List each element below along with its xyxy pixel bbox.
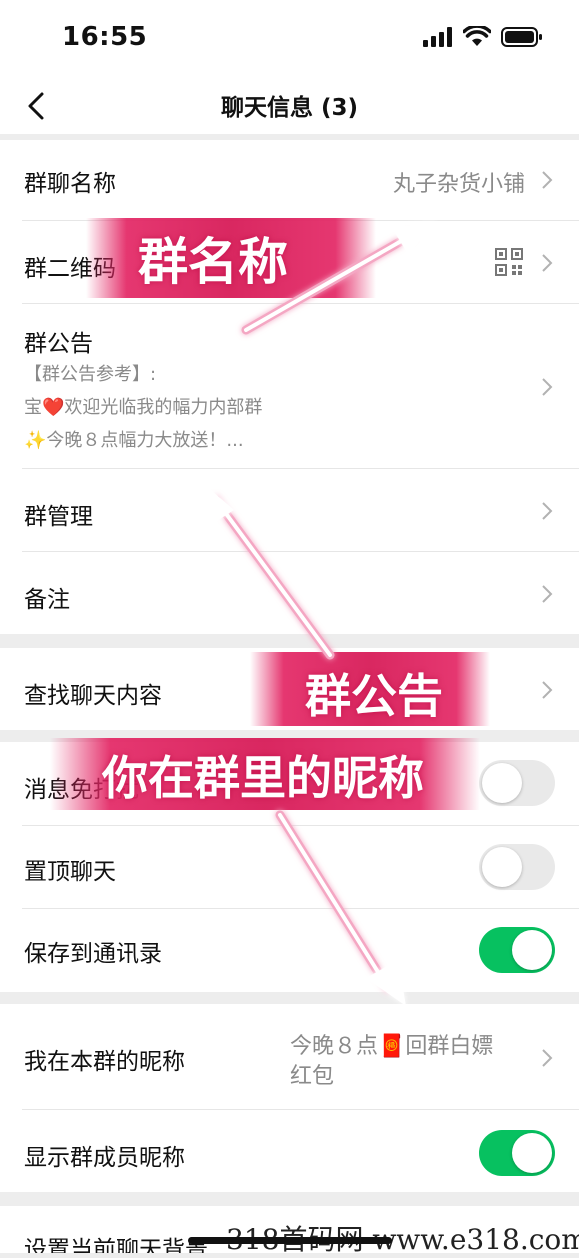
- wifi-icon: [463, 26, 491, 46]
- group-notice-label: 群公告: [24, 331, 93, 357]
- chevron-right-icon: [542, 378, 553, 396]
- row-group-notice[interactable]: 群公告 【群公告参考】: 宝❤️欢迎光临我的幅力内部群 ✨今晚８点幅力大放送！.…: [0, 304, 579, 468]
- chevron-right-icon: [542, 254, 553, 272]
- save-contacts-toggle[interactable]: [479, 927, 555, 973]
- group-name-annotation: 群名称: [138, 233, 288, 291]
- nav-bar: 聊天信息 (3): [0, 78, 579, 134]
- status-icons: [423, 26, 543, 48]
- my-nickname-value-line-1: 今晚８点🧧回群白嫖: [290, 1034, 494, 1059]
- row-save-contacts: 保存到通讯录: [0, 909, 579, 992]
- row-pin-chat: 置顶聊天: [0, 826, 579, 908]
- status-bar: 16:55: [0, 0, 579, 78]
- home-indicator: [188, 1237, 392, 1244]
- group-name-label: 群聊名称: [24, 171, 116, 197]
- row-show-nicknames: 显示群成员昵称: [0, 1110, 579, 1192]
- show-nicknames-label: 显示群成员昵称: [24, 1145, 185, 1171]
- chevron-right-icon: [542, 1049, 553, 1067]
- group-manage-label: 群管理: [24, 504, 93, 530]
- chevron-right-icon: [542, 681, 553, 699]
- nickname-annotation: 你在群里的昵称: [102, 751, 424, 805]
- notice-annotation: 群公告: [305, 669, 443, 723]
- my-nickname-value-line-2: 红包: [290, 1064, 335, 1089]
- settings-group-nickname: 我在本群的昵称 今晚８点🧧回群白嫖 红包 显示群成员昵称: [0, 1004, 579, 1192]
- chevron-right-icon: [542, 585, 553, 603]
- chevron-right-icon: [542, 171, 553, 189]
- settings-group-info: 群聊名称 丸子杂货小铺 群二维码 群公告 【群公告参考】: 宝❤️欢迎光临我的幅…: [0, 140, 579, 634]
- save-contacts-label: 保存到通讯录: [24, 941, 162, 967]
- row-group-manage[interactable]: 群管理: [0, 469, 579, 551]
- show-nicknames-toggle[interactable]: [479, 1130, 555, 1176]
- mute-toggle[interactable]: [479, 760, 555, 806]
- toggle-knob: [482, 847, 522, 887]
- row-my-nickname[interactable]: 我在本群的昵称 今晚８点🧧回群白嫖 红包: [0, 1004, 579, 1108]
- remark-label: 备注: [24, 587, 70, 613]
- toggle-knob: [482, 763, 522, 803]
- battery-icon: [501, 27, 542, 47]
- row-remark[interactable]: 备注: [0, 552, 579, 634]
- qr-code-icon: [495, 248, 523, 276]
- group-notice-line-1: 【群公告参考】:: [24, 364, 157, 385]
- toggle-knob: [512, 1133, 552, 1173]
- pin-chat-toggle[interactable]: [479, 844, 555, 890]
- toggle-knob: [512, 930, 552, 970]
- cellular-signal-icon: [423, 27, 452, 47]
- group-name-value: 丸子杂货小铺: [392, 172, 525, 197]
- group-notice-line-2: 宝❤️欢迎光临我的幅力内部群: [24, 397, 263, 418]
- row-group-name[interactable]: 群聊名称 丸子杂货小铺: [0, 140, 579, 220]
- chevron-right-icon: [542, 502, 553, 520]
- status-time: 16:55: [62, 22, 148, 52]
- chat-background-label: 设置当前聊天背景: [24, 1237, 208, 1253]
- my-nickname-label: 我在本群的昵称: [24, 1049, 185, 1075]
- page-title: 聊天信息 (3): [220, 95, 359, 121]
- search-chat-label: 查找聊天内容: [24, 683, 162, 709]
- pin-chat-label: 置顶聊天: [24, 859, 116, 885]
- group-notice-line-3: ✨今晚８点幅力大放送！...: [24, 430, 244, 451]
